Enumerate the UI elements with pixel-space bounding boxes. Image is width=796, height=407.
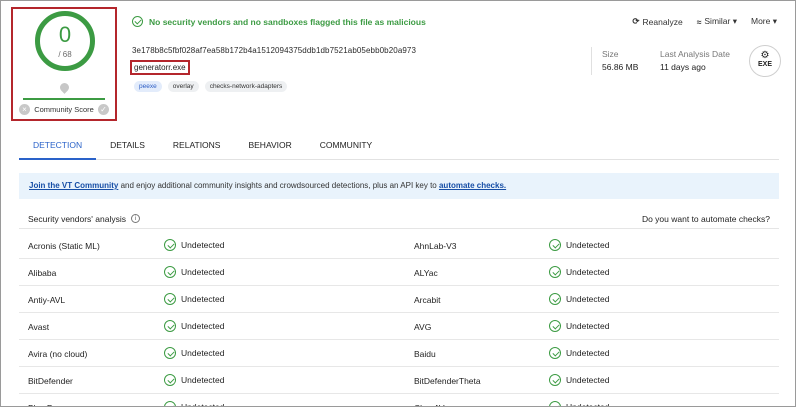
more-button[interactable]: More ▾	[751, 16, 777, 27]
tab-community[interactable]: COMMUNITY	[306, 134, 386, 159]
vendor-name: Avast	[28, 322, 50, 332]
vendor-name: Acronis (Static ML)	[28, 241, 100, 251]
vendors-title: Security vendors' analysis	[28, 213, 126, 224]
exe-gear-icon: ⚙	[760, 50, 770, 61]
file-type-icon: ⚙ EXE	[749, 45, 781, 77]
community-notice: Join the VT Community and enjoy addition…	[19, 173, 779, 199]
tag[interactable]: overlay	[167, 81, 199, 92]
vendor-result: Undetected	[549, 320, 609, 332]
table-row: Avira (no cloud) Undetected Baidu Undetecte…	[19, 340, 779, 367]
vendor-table: Acronis (Static ML) Undetected AhnLab-V3 Un…	[19, 232, 779, 406]
tag[interactable]: checks-network-adapters	[204, 81, 288, 92]
community-score-bar	[23, 98, 105, 100]
check-circle-icon	[164, 347, 176, 359]
tab-details[interactable]: DETAILS	[96, 134, 159, 159]
vendor-name: BkavPro	[28, 403, 60, 406]
check-circle-icon	[549, 293, 561, 305]
check-circle-icon	[549, 266, 561, 278]
check-circle-icon	[164, 374, 176, 386]
detection-ring: 0 / 68	[35, 11, 95, 71]
check-circle-icon	[164, 320, 176, 332]
vendor-result: Undetected	[549, 293, 609, 305]
table-row: Alibaba Undetected ALYac Undetected	[19, 259, 779, 286]
check-circle-icon	[549, 239, 561, 251]
check-circle-icon	[549, 374, 561, 386]
vendor-result: Undetected	[164, 347, 224, 359]
check-circle-icon	[164, 239, 176, 251]
check-circle-icon	[549, 320, 561, 332]
last-analysis-date: Last Analysis Date 11 days ago	[660, 49, 730, 72]
engine-total: / 68	[58, 50, 72, 59]
check-circle-icon	[549, 401, 561, 406]
community-pin-icon	[58, 81, 71, 94]
table-row: BkavPro Undetected ClamAV Undetected	[19, 394, 779, 406]
community-score-label: Community Score	[34, 104, 94, 114]
table-row: BitDefender Undetected BitDefenderTheta Und…	[19, 367, 779, 394]
vendor-name: Alibaba	[28, 268, 57, 278]
report-tabs: DETECTION DETAILS RELATIONS BEHAVIOR COM…	[19, 134, 779, 160]
check-circle-icon	[164, 266, 176, 278]
automate-checks-prompt[interactable]: Do you want to automate checks?	[642, 214, 770, 224]
virustotal-report: 0 / 68 × Community Score ✓ No security v…	[0, 0, 796, 407]
tag[interactable]: peexe	[134, 81, 162, 92]
similar-icon: ≈	[696, 16, 702, 27]
file-name: generatorr.exe	[130, 60, 190, 75]
vendor-result: Undetected	[164, 239, 224, 251]
top-actions: ⟳ Reanalyze ≈ Similar ▾ More ▾	[632, 16, 777, 27]
vendor-name: ALYac	[414, 268, 438, 278]
vendor-name: Arcabit	[414, 295, 441, 305]
vendor-result: Undetected	[549, 374, 609, 386]
reanalyze-button[interactable]: ⟳ Reanalyze	[632, 16, 682, 27]
clean-banner: No security vendors and no sandboxes fla…	[132, 16, 426, 27]
vendors-header: Security vendors' analysis i Do you want…	[19, 209, 779, 229]
vendor-result: Undetected	[164, 401, 224, 406]
vendor-result: Undetected	[164, 374, 224, 386]
file-tags: peexe overlay checks-network-adapters	[134, 81, 288, 92]
tab-behavior[interactable]: BEHAVIOR	[234, 134, 305, 159]
file-size: Size 56.86 MB	[602, 49, 639, 72]
detection-score-panel: 0 / 68 × Community Score ✓	[11, 7, 117, 121]
vendor-name: Avira (no cloud)	[28, 349, 88, 359]
vote-malicious-icon[interactable]: ×	[19, 103, 30, 115]
table-row: Acronis (Static ML) Undetected AhnLab-V3 Un…	[19, 232, 779, 259]
join-community-link[interactable]: Join the VT Community	[29, 181, 118, 190]
detection-count: 0	[58, 22, 72, 47]
tab-detection[interactable]: DETECTION	[19, 134, 97, 160]
check-circle-icon	[164, 293, 176, 305]
info-icon[interactable]: i	[131, 214, 140, 223]
tab-relations[interactable]: RELATIONS	[159, 134, 235, 159]
vendor-name: Antiy-AVL	[28, 295, 66, 305]
table-row: Avast Undetected AVG Undetected	[19, 313, 779, 340]
vendor-result: Undetected	[164, 266, 224, 278]
reanalyze-icon: ⟳	[632, 16, 640, 26]
vendor-name: ClamAV	[414, 403, 445, 406]
vendor-name: AhnLab-V3	[414, 241, 457, 251]
similar-button[interactable]: ≈ Similar ▾	[697, 16, 737, 27]
check-circle-icon	[132, 16, 143, 27]
divider	[591, 47, 592, 75]
automate-checks-link[interactable]: automate checks.	[439, 181, 506, 190]
clean-message: No security vendors and no sandboxes fla…	[149, 16, 426, 27]
vendor-result: Undetected	[164, 293, 224, 305]
table-row: Antiy-AVL Undetected Arcabit Undetected	[19, 286, 779, 313]
vendor-result: Undetected	[549, 401, 609, 406]
vendor-result: Undetected	[549, 239, 609, 251]
vendor-name: BitDefender	[28, 376, 73, 386]
vendor-result: Undetected	[164, 320, 224, 332]
vendor-name: AVG	[414, 322, 432, 332]
vendor-result: Undetected	[549, 347, 609, 359]
file-hash: 3e178b8c5fbf028af7ea58b172b4a1512094375d…	[132, 46, 417, 55]
vote-harmless-icon[interactable]: ✓	[97, 103, 109, 115]
vendor-name: Baidu	[414, 349, 436, 359]
vendor-name: BitDefenderTheta	[414, 376, 481, 386]
check-circle-icon	[164, 401, 176, 406]
check-circle-icon	[549, 347, 561, 359]
vendor-result: Undetected	[549, 266, 609, 278]
